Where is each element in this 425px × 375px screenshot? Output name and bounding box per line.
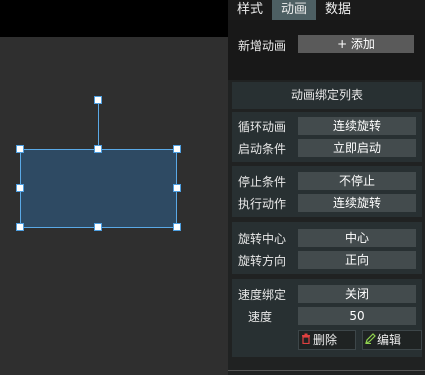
pencil-icon (363, 331, 377, 349)
resize-handle-right[interactable] (173, 184, 181, 192)
speed-binding-select[interactable]: 关闭 (298, 285, 416, 303)
rotation-stem (98, 101, 99, 149)
stop-condition-label: 停止条件 (238, 175, 287, 189)
speed-input[interactable]: 50 (298, 307, 416, 325)
resize-handle-bottom[interactable] (94, 223, 102, 231)
execute-action-label: 执行动作 (238, 197, 287, 211)
canvas-top-bar (0, 0, 228, 37)
start-condition-select[interactable]: 立即启动 (298, 139, 416, 157)
add-animation-button[interactable]: + 添加 (298, 35, 414, 53)
edit-label: 编辑 (377, 333, 402, 347)
rotation-direction-label: 旋转方向 (238, 254, 287, 268)
tab-style[interactable]: 样式 (228, 0, 272, 20)
tab-animation[interactable]: 动画 (272, 0, 317, 20)
rotate-handle[interactable] (94, 96, 102, 104)
resize-handle-bottom-left[interactable] (16, 223, 24, 231)
loop-animation-label: 循环动画 (238, 120, 287, 134)
resize-handle-bottom-right[interactable] (173, 223, 181, 231)
trash-icon (299, 331, 313, 349)
speed-binding-label: 速度绑定 (238, 288, 287, 302)
properties-panel: 样式 动画 数据 新增动画 + 添加 动画绑定列表 循环动画 连续旋转 启动条件… (228, 0, 425, 375)
animation-group-loop: 循环动画 连续旋转 启动条件 立即启动 (232, 112, 422, 162)
resize-handle-top[interactable] (94, 145, 102, 153)
resize-handle-top-left[interactable] (16, 145, 24, 153)
add-animation-section: 新增动画 + 添加 (228, 20, 425, 80)
resize-handle-top-right[interactable] (173, 145, 181, 153)
speed-label: 速度 (248, 310, 273, 324)
resize-handle-left[interactable] (16, 184, 24, 192)
tab-data[interactable]: 数据 (316, 0, 360, 20)
panel-bottom-divider (228, 370, 425, 371)
animation-group-rotation: 旋转中心 中心 旋转方向 正向 (232, 222, 422, 274)
execute-action-select[interactable]: 连续旋转 (298, 194, 416, 212)
selected-rectangle-shape[interactable] (20, 149, 177, 228)
rotation-center-select[interactable]: 中心 (298, 229, 416, 247)
delete-button[interactable]: 删除 (298, 330, 356, 350)
rotation-center-label: 旋转中心 (238, 232, 287, 246)
edit-button[interactable]: 编辑 (362, 330, 422, 350)
add-animation-label: 新增动画 (238, 39, 287, 53)
animation-list-title: 动画绑定列表 (232, 82, 422, 109)
start-condition-label: 启动条件 (238, 142, 287, 156)
loop-animation-select[interactable]: 连续旋转 (298, 117, 416, 135)
panel-tabs: 样式 动画 数据 (228, 0, 425, 20)
animation-group-stop: 停止条件 不停止 执行动作 连续旋转 (232, 166, 422, 217)
rotation-direction-select[interactable]: 正向 (298, 251, 416, 269)
delete-label: 删除 (313, 333, 338, 347)
stop-condition-select[interactable]: 不停止 (298, 172, 416, 190)
animation-group-speed: 速度绑定 关闭 速度 50 删除 编辑 (232, 279, 422, 357)
